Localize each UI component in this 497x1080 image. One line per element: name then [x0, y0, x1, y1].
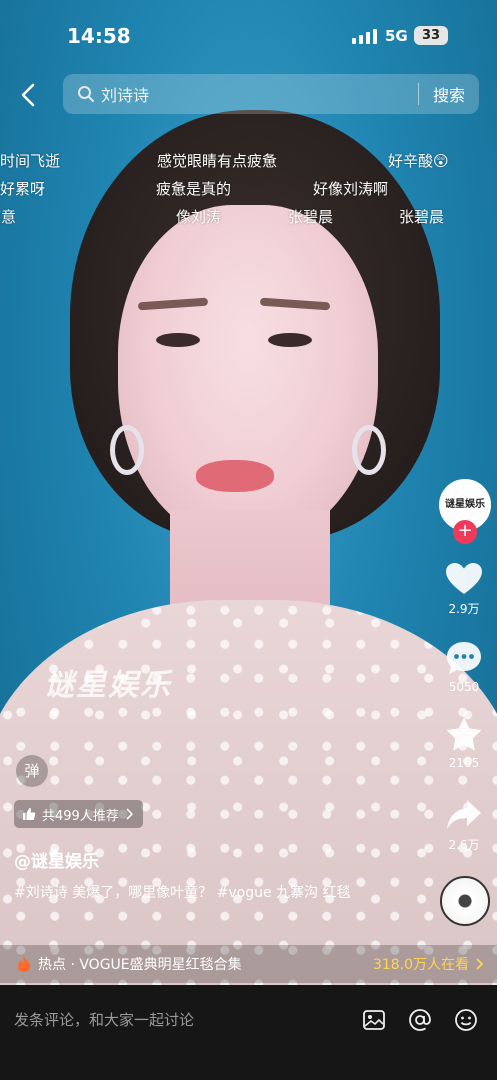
at-icon [409, 1009, 431, 1031]
danmaku-comment: 好累呀 [0, 180, 46, 198]
video-caption[interactable]: #刘诗诗 美爆了，哪里像叶童？ #vogue 九寨沟 红毯 [14, 883, 414, 903]
chevron-right-icon [476, 958, 483, 970]
danmaku-comment: 感觉眼睛有点疲惫 [157, 152, 278, 170]
comment-icon [447, 642, 481, 674]
video-subject-lips [196, 460, 274, 492]
danmaku-comment: 张碧晨 [288, 208, 334, 226]
favorite-button[interactable]: 2165 [437, 716, 491, 770]
danmaku-comment: 疲惫是真的 [156, 180, 232, 198]
status-time: 14:58 [67, 24, 131, 48]
thumbs-up-icon [23, 808, 36, 820]
video-subject-earring [352, 425, 386, 475]
video-subject-eye [156, 333, 200, 347]
share-icon [447, 800, 481, 829]
favorite-count: 2165 [448, 756, 480, 770]
video-frame[interactable]: 谜星娱乐 [0, 0, 497, 990]
danmaku-comment: 像刘涛 [176, 208, 222, 226]
back-button[interactable] [14, 80, 42, 110]
comment-bar: 发条评论，和大家一起讨论 [0, 985, 497, 1080]
video-subject-eye [268, 333, 312, 347]
chevron-left-icon [21, 83, 35, 107]
like-button[interactable]: 2.9万 [437, 562, 491, 617]
mention-button[interactable] [405, 1005, 435, 1035]
video-subject-dress [0, 600, 497, 990]
recommend-text: 共499人推荐 [42, 808, 119, 824]
music-disc[interactable] [440, 876, 490, 926]
chevron-right-icon [126, 808, 133, 820]
flame-icon [18, 956, 30, 972]
danmu-toggle-button[interactable]: 弹 [16, 755, 48, 787]
emoji-icon [455, 1009, 477, 1031]
danmaku-comment: 好像刘涛啊 [313, 180, 389, 198]
like-count: 2.9万 [448, 602, 480, 616]
comment-count: 5050 [448, 680, 480, 694]
battery-icon: 33 [414, 26, 448, 45]
status-bar: 14:58 5G 33 [0, 0, 497, 70]
image-icon [363, 1010, 385, 1030]
search-bar[interactable]: 刘诗诗 搜索 [63, 74, 479, 114]
recommend-chip[interactable]: 共499人推荐 [14, 800, 143, 828]
star-icon [446, 717, 482, 751]
danmaku-comment: 好辛酸😲 [388, 152, 449, 170]
share-count: 2.6万 [448, 838, 480, 852]
comment-input[interactable]: 发条评论，和大家一起讨论 [14, 1009, 359, 1030]
video-watermark: 谜星娱乐 [44, 668, 172, 703]
search-input[interactable]: 刘诗诗 [101, 82, 418, 106]
danmaku-comment: 时间飞逝 [0, 152, 61, 170]
video-subject-earring [110, 425, 144, 475]
comment-button[interactable]: 5050 [437, 640, 491, 694]
danmaku-comment: 疲意 [0, 208, 17, 226]
image-picker-button[interactable] [359, 1005, 389, 1035]
follow-button[interactable]: + [453, 520, 477, 544]
emoji-button[interactable] [451, 1005, 481, 1035]
hot-topic-bar[interactable]: 热点 · VOGUE盛典明星红毯合集 318.0万人在看 [0, 945, 497, 983]
search-button[interactable]: 搜索 [419, 82, 479, 106]
video-subject-face [118, 205, 378, 545]
hot-topic-views: 318.0万人在看 [372, 957, 469, 973]
network-type: 5G [385, 27, 408, 45]
author-handle[interactable]: @谜星娱乐 [14, 847, 99, 872]
signal-strength-icon [352, 28, 377, 44]
hot-topic-label: 热点 · VOGUE盛典明星红毯合集 [38, 957, 242, 973]
search-icon [75, 83, 97, 105]
heart-icon [446, 563, 482, 594]
danmaku-comment: 张碧晨 [399, 208, 445, 226]
share-button[interactable]: 2.6万 [437, 798, 491, 853]
